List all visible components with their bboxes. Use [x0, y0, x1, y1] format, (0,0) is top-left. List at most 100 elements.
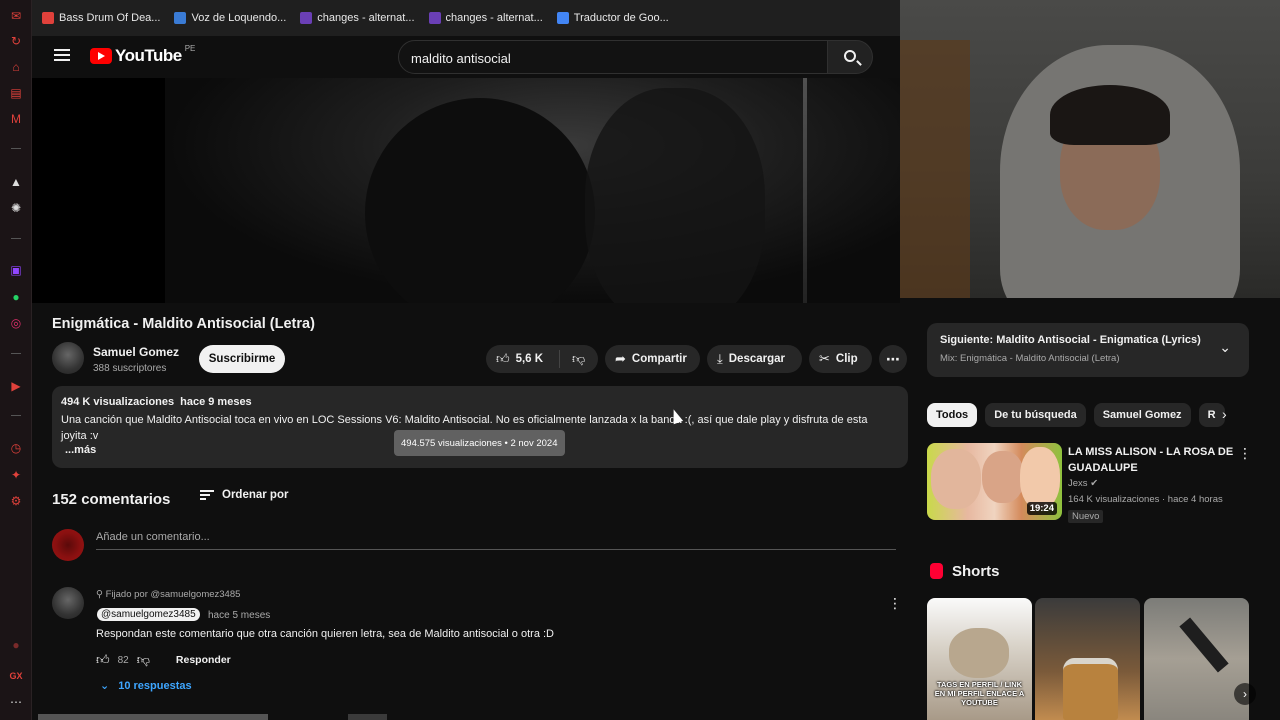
- clock-icon[interactable]: ◷: [8, 440, 24, 456]
- youtube-logo[interactable]: YouTube PE: [90, 43, 196, 66]
- video-frame: [165, 78, 900, 303]
- search-button[interactable]: [827, 40, 873, 74]
- bookmark-favicon-icon: [300, 12, 313, 24]
- reply-button[interactable]: Responder: [176, 654, 231, 666]
- sort-icon: [200, 490, 214, 500]
- mail-icon[interactable]: M: [8, 111, 24, 127]
- comment-author-handle[interactable]: @samuelgomez3485: [97, 608, 200, 621]
- extensions-icon[interactable]: ✦: [8, 467, 24, 483]
- pinned-label: ⚲ Fijado por @samuelgomez3485: [96, 589, 240, 600]
- bookmark-icon[interactable]: ▤: [8, 85, 24, 101]
- short-thumbnail[interactable]: TAGS EN PERFIL / LINK EN MI PERFIL ENLAC…: [927, 598, 1032, 720]
- share-button[interactable]: ➦ Compartir: [605, 345, 700, 373]
- region-code: PE: [184, 43, 196, 53]
- bookmark-item[interactable]: changes - alternat...: [300, 12, 415, 24]
- comment-actions: 👍︎ 82 👎︎ Responder: [96, 652, 231, 668]
- chevron-right-icon[interactable]: ›: [1222, 406, 1227, 422]
- chevron-down-icon: ⌄: [100, 680, 110, 692]
- bookmark-label: changes - alternat...: [445, 12, 543, 24]
- home-icon[interactable]: ⌂: [8, 59, 24, 75]
- bookmark-item[interactable]: changes - alternat...: [428, 12, 543, 24]
- video-title: Enigmática - Maldito Antisocial (Letra): [52, 316, 315, 332]
- bookmark-label: Bass Drum Of Dea...: [59, 12, 161, 24]
- chip-all[interactable]: Todos: [927, 403, 978, 427]
- chip-channel[interactable]: Samuel Gomez: [1093, 403, 1191, 427]
- download-button[interactable]: ⤓ Descargar: [707, 345, 802, 373]
- more-actions-button[interactable]: ⋯: [879, 345, 907, 373]
- recommendation-title[interactable]: LA MISS ALISON - LA ROSA DE GUADALUPE: [1068, 444, 1236, 476]
- instagram-icon[interactable]: ◎: [8, 315, 24, 331]
- playlist-next-panel[interactable]: Siguiente: Maldito Antisocial - Enigmati…: [927, 323, 1249, 377]
- sort-label: Ordenar por: [222, 489, 289, 501]
- video-player[interactable]: [32, 78, 900, 303]
- comment-menu-icon[interactable]: ⋮: [888, 595, 902, 612]
- bookmark-label: Voz de Loquendo...: [191, 12, 287, 24]
- comment-like-icon[interactable]: 👍︎: [96, 652, 110, 668]
- bookmark-label: Traductor de Goo...: [573, 12, 669, 24]
- profile-icon[interactable]: ●: [8, 637, 24, 653]
- bookmark-item[interactable]: Voz de Loquendo...: [174, 12, 286, 24]
- chevron-down-icon[interactable]: ⌄: [1219, 339, 1231, 356]
- like-button[interactable]: 👍︎ 5,6 K: [486, 350, 560, 368]
- add-comment-input[interactable]: Añade un comentario...: [96, 531, 896, 550]
- next-title: Siguiente: Maldito Antisocial - Enigmati…: [940, 334, 1201, 346]
- like-count: 5,6 K: [515, 353, 544, 365]
- sort-button[interactable]: Ordenar por: [200, 489, 288, 501]
- chip-from-search[interactable]: De tu búsqueda: [985, 403, 1086, 427]
- recommendation-channel[interactable]: Jexs ✔: [1068, 478, 1098, 489]
- logo-text: YouTube: [115, 46, 182, 65]
- chip-related[interactable]: R: [1198, 403, 1225, 427]
- chatgpt-icon[interactable]: ✺: [8, 200, 24, 216]
- more-horizontal-icon: ⋯: [886, 350, 900, 367]
- shorts-heading: Shorts: [952, 563, 1000, 580]
- next-subtitle: Mix: Enigmática - Maldito Antisocial (Le…: [940, 353, 1120, 364]
- gx-icon[interactable]: GX: [8, 668, 24, 684]
- recommendation-views: 164 K visualizaciones · hace 4 horas: [1068, 494, 1223, 505]
- shorts-next-button[interactable]: ›: [1234, 683, 1256, 705]
- user-avatar: [52, 529, 84, 561]
- pin-icon: ⚲: [96, 589, 106, 600]
- recommendation-menu-icon[interactable]: ⋮: [1238, 445, 1252, 462]
- download-label: Descargar: [728, 353, 786, 365]
- whatsapp-icon[interactable]: ●: [8, 289, 24, 305]
- comment-author-avatar[interactable]: [52, 587, 84, 619]
- view-replies-button[interactable]: ⌄ 10 respuestas: [100, 679, 192, 693]
- bookmark-favicon-icon: [556, 12, 569, 24]
- settings-icon[interactable]: ⚙: [8, 493, 24, 509]
- history-icon[interactable]: ↻: [8, 33, 24, 49]
- menu-icon[interactable]: [54, 49, 70, 61]
- twitch-icon[interactable]: ▣: [8, 262, 24, 278]
- more-icon[interactable]: ⋯: [8, 694, 24, 710]
- thumbs-up-icon: 👍︎: [496, 351, 510, 366]
- bookmarks-bar: Bass Drum Of Dea... Voz de Loquendo... c…: [32, 0, 900, 36]
- clip-button[interactable]: ✂ Clip: [809, 345, 872, 373]
- player-icon[interactable]: ▶: [8, 378, 24, 394]
- channel-avatar[interactable]: [52, 342, 84, 374]
- recommendation-thumbnail[interactable]: 19:24: [927, 443, 1062, 520]
- webcam-overlay: [900, 0, 1280, 298]
- ai-icon[interactable]: ▲: [8, 174, 24, 190]
- sidebar-divider: [11, 238, 21, 239]
- upload-age: hace 9 meses: [180, 396, 252, 408]
- browser-sidebar: ✉ ↻ ⌂ ▤ M ▲ ✺ ▣ ● ◎ ▶ ◷ ✦ ⚙ ● GX ⋯: [0, 0, 32, 720]
- messenger-icon[interactable]: ✉: [8, 8, 24, 24]
- dislike-button[interactable]: 👎︎: [560, 351, 585, 367]
- description-meta: 494 K visualizaciones hace 9 meses: [61, 396, 258, 408]
- video-duration: 19:24: [1026, 502, 1057, 515]
- short-thumbnail[interactable]: [1035, 598, 1140, 720]
- bookmark-label: changes - alternat...: [317, 12, 415, 24]
- short-thumbnail[interactable]: [1144, 598, 1249, 720]
- search-input[interactable]: maldito antisocial ✕: [398, 40, 856, 74]
- channel-name[interactable]: Samuel Gomez: [93, 345, 179, 359]
- comment-dislike-icon[interactable]: 👎︎: [137, 652, 150, 668]
- filter-chips: Todos De tu búsqueda Samuel Gomez R: [927, 403, 1249, 429]
- sidebar-divider: [11, 148, 21, 149]
- comment-time[interactable]: hace 5 meses: [208, 610, 270, 621]
- bookmark-item[interactable]: Traductor de Goo...: [556, 12, 669, 24]
- bookmark-item[interactable]: Bass Drum Of Dea...: [42, 12, 160, 24]
- bottom-bar: [38, 714, 268, 720]
- share-icon: ➦: [615, 351, 626, 366]
- show-more-link[interactable]: ...más: [65, 444, 96, 456]
- subscribe-button[interactable]: Suscribirme: [199, 345, 285, 373]
- bookmark-favicon-icon: [428, 12, 441, 24]
